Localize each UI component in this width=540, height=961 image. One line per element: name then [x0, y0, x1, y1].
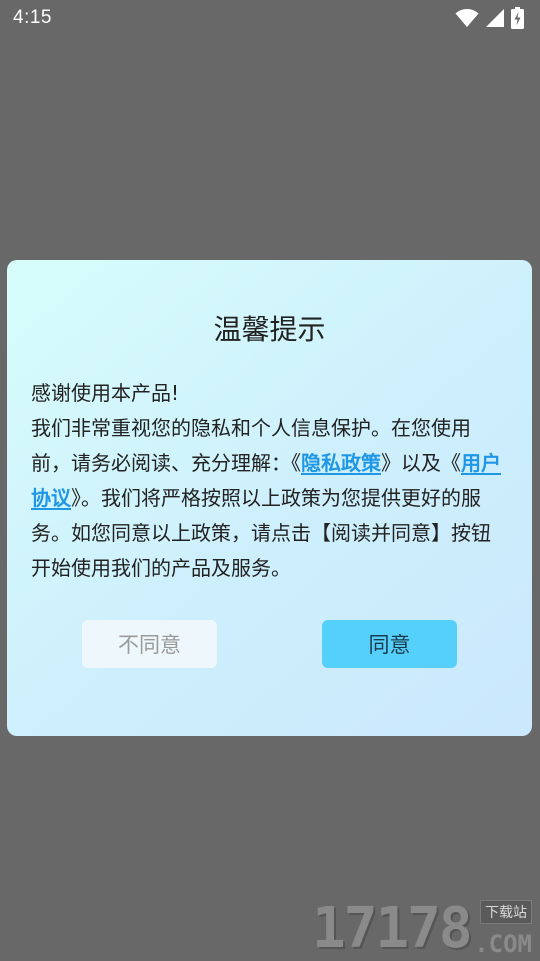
disagree-button[interactable]: 不同意 — [82, 620, 217, 668]
paragraph-text-3: 》。我们将严格按照以上政策为您提供更好的服务。如您同意以上政策，请点击【阅读并同… — [31, 486, 491, 580]
battery-charging-icon — [511, 7, 524, 29]
dialog-body: 感谢使用本产品! 我们非常重视您的隐私和个人信息保护。在您使用前，请务必阅读、充… — [31, 376, 509, 586]
dialog-title: 温馨提示 — [213, 313, 326, 346]
wifi-icon — [455, 8, 479, 28]
watermark-digits: 17178 — [312, 896, 473, 961]
cell-signal-icon — [485, 8, 505, 28]
watermark-tag: 下载站 — [480, 900, 532, 924]
status-time: 4:15 — [13, 7, 52, 28]
status-icons — [455, 7, 524, 29]
watermark-domain: .COM — [474, 930, 532, 958]
agree-button[interactable]: 同意 — [322, 620, 457, 668]
status-bar: 4:15 — [0, 0, 540, 36]
thanks-line: 感谢使用本产品! — [31, 381, 180, 405]
paragraph-text-2: 》以及《 — [381, 451, 461, 475]
privacy-policy-link[interactable]: 隐私政策 — [301, 451, 381, 475]
privacy-dialog: 温馨提示 感谢使用本产品! 我们非常重视您的隐私和个人信息保护。在您使用前，请务… — [7, 260, 532, 736]
privacy-paragraph: 我们非常重视您的隐私和个人信息保护。在您使用前，请务必阅读、充分理解：《隐私政策… — [31, 411, 509, 586]
site-watermark-logo: 17178 下载站 .COM — [312, 898, 534, 960]
